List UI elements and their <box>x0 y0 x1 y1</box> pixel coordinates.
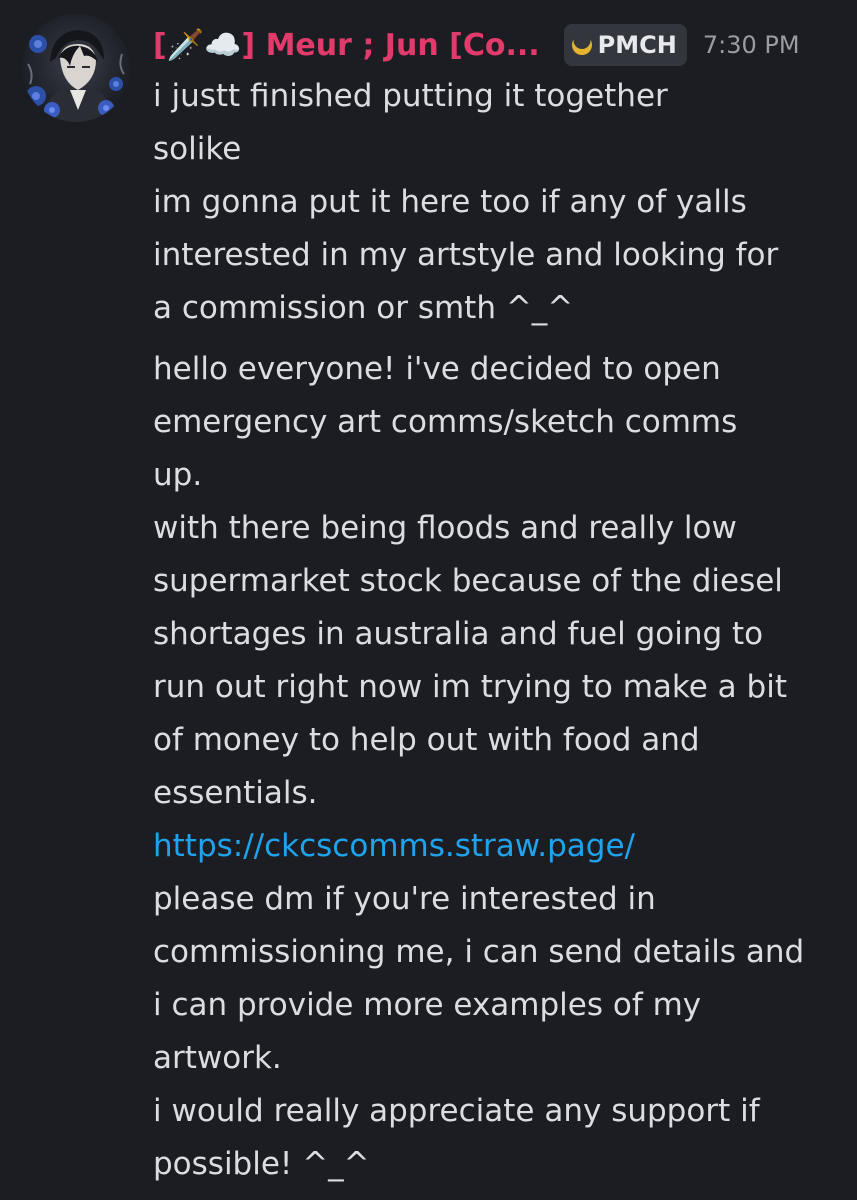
forwarded-line: shortages in australia and fuel going to <box>153 616 764 652</box>
message-header: [🗡️☁️] Meur ; Jun [Co... PMCH 7:30 PM <box>153 20 800 70</box>
forwarded-line: essentials. <box>153 775 318 811</box>
message-line: a commission or smth ^_^ <box>153 290 574 326</box>
guild-tag-label: PMCH <box>597 31 677 59</box>
forwarded-line: emergency art comms/sketch comms <box>153 404 738 440</box>
link-line: https://ckcscomms.straw.page/ <box>153 820 843 873</box>
forwarded-line: possible! ^_^ <box>153 1146 370 1182</box>
avatar-artwork <box>26 30 125 122</box>
forwarded-line: of money to help out with food and <box>153 722 700 758</box>
message-line: im gonna put it here too if any of yalls <box>153 184 747 220</box>
forwarded-line: run out right now im trying to make a bi… <box>153 669 787 705</box>
forwarded-line: artwork. <box>153 1040 282 1076</box>
forwarded-line: with there being floods and really low <box>153 510 737 546</box>
username[interactable]: [🗡️☁️] Meur ; Jun [Co... <box>153 28 540 63</box>
message-line: i justt finished putting it together <box>153 78 668 114</box>
guild-tag-badge[interactable]: PMCH <box>563 24 687 66</box>
forwarded-line: please dm if you're interested in <box>153 881 656 917</box>
message-line: interested in my artstyle and looking fo… <box>153 237 779 273</box>
forwarded-line: i can provide more examples of my <box>153 987 702 1023</box>
forwarded-line: supermarket stock because of the diesel <box>153 563 783 599</box>
message-timestamp[interactable]: 7:30 PM <box>703 31 800 59</box>
crescent-moon-icon <box>571 33 592 55</box>
forwarded-line: commissioning me, i can send details and <box>153 934 805 970</box>
chat-message: [🗡️☁️] Meur ; Jun [Co... PMCH 7:30 PM i … <box>0 0 857 1200</box>
commission-link[interactable]: https://ckcscomms.straw.page/ <box>153 828 635 864</box>
forwarded-line: hello everyone! i've decided to open <box>153 351 721 387</box>
forwarded-line: up. <box>153 457 203 493</box>
forwarded-line: i would really appreciate any support if <box>153 1093 760 1129</box>
avatar[interactable] <box>22 14 130 122</box>
message-content: i justt finished putting it together sol… <box>153 70 843 1191</box>
message-line: solike <box>153 131 242 167</box>
